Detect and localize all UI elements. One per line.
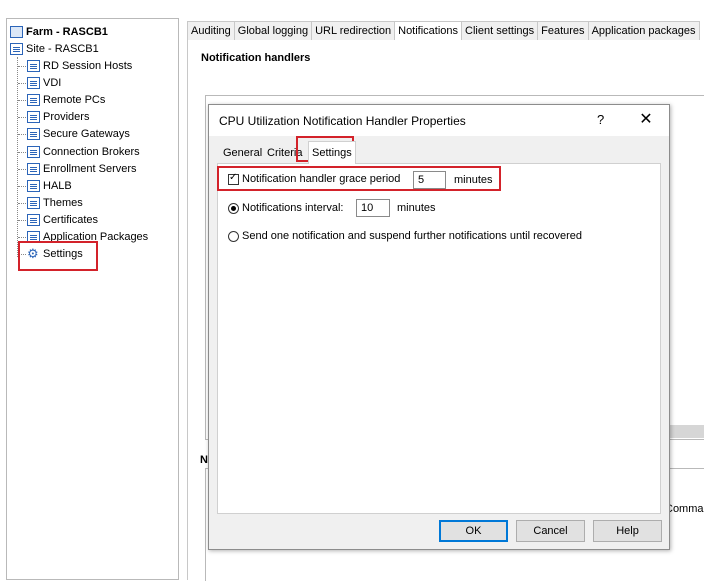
tree-item-label: Connection Brokers [43,145,140,158]
vdi-icon [27,77,40,90]
tree-item-vdi[interactable]: VDI [27,75,61,91]
tree-connector [18,134,26,136]
tab-global-logging[interactable]: Global logging [233,21,313,40]
tree-item-remote-pcs[interactable]: Remote PCs [27,92,105,108]
tree-item-label: Providers [43,111,90,124]
secure-gateways-icon [27,128,40,141]
ok-button[interactable]: OK [439,520,508,542]
tree-connector-line [17,57,18,257]
tab-client-settings[interactable]: Client settings [461,21,539,40]
close-icon[interactable]: ✕ [634,109,658,131]
horizontal-scrollbar[interactable] [664,425,704,438]
interval-label: Notifications interval: [242,202,344,214]
cancel-button[interactable]: Cancel [516,520,585,542]
settings-tab-content: Notification handler grace period 5 minu… [217,163,661,514]
tree-item-label: Themes [43,196,83,209]
highlight-settings-node [18,241,98,271]
tree-connector [18,219,26,221]
tree-connector [18,185,26,187]
tree-item-farm[interactable]: Farm - RASCB1 [10,24,108,40]
tab-notifications[interactable]: Notifications [394,21,463,40]
dialog-tab-settings[interactable]: Settings [308,141,356,164]
halb-icon [27,179,40,192]
tree-item-label: Certificates [43,213,99,226]
tree-item-site[interactable]: Site - RASCB1 [10,41,99,57]
tree-item-providers[interactable]: Providers [27,109,89,125]
tree-item-label: HALB [43,179,72,192]
tab-features[interactable]: Features [537,21,589,40]
tree-item-secure-gateways[interactable]: Secure Gateways [27,126,130,142]
help-button[interactable]: Help [593,520,662,542]
navigation-tree: Farm - RASCB1 Site - RASCB1 RD Session H… [6,18,179,580]
site-icon [10,43,23,55]
connection-brokers-icon [27,145,40,158]
tree-connector [18,66,26,67]
tab-url-redirection[interactable]: URL redirection [311,21,396,40]
tree-item-themes[interactable]: Themes [27,195,83,211]
lower-section-title-partial: N [200,454,208,466]
tree-label-site: Site - RASCB1 [26,43,99,55]
tree-connector [18,168,26,170]
remote-pcs-icon [27,94,40,107]
suspend-label: Send one notification and suspend furthe… [242,230,582,242]
dialog-titlebar: CPU Utilization Notification Handler Pro… [209,105,669,136]
rd-session-hosts-icon [27,60,40,72]
certificates-icon [27,213,40,226]
providers-icon [27,111,40,124]
enrollment-servers-icon [27,162,40,175]
section-title: Notification handlers [201,52,311,64]
column-header-partial: Commar [665,503,704,515]
tree-connector [18,83,26,85]
suspend-radio[interactable] [228,230,239,242]
tree-connector [18,117,26,119]
tab-application-packages[interactable]: Application packages [587,21,700,40]
interval-input[interactable]: 10 [356,199,390,217]
farm-icon [10,26,23,38]
interval-unit: minutes [397,202,436,214]
tree-item-halb[interactable]: HALB [27,178,72,194]
tree-item-connection-brokers[interactable]: Connection Brokers [27,144,140,160]
tab-auditing[interactable]: Auditing [187,21,235,40]
tree-item-label: Remote PCs [43,94,106,107]
tree-item-label: RD Session Hosts [43,60,133,72]
interval-radio[interactable] [228,202,239,214]
tree-item-label: Secure Gateways [43,128,130,141]
tree-connector [18,202,26,204]
suspend-row: Send one notification and suspend furthe… [228,230,582,242]
highlight-grace-period [217,166,501,191]
tree-connector [18,100,26,102]
tree-connector [18,151,26,153]
tree-item-certificates[interactable]: Certificates [27,212,98,228]
tree-item-label: Enrollment Servers [43,162,137,175]
tree-item-rd-session-hosts[interactable]: RD Session Hosts [27,58,132,74]
help-icon[interactable]: ? [597,112,604,127]
tree-item-label: VDI [43,77,62,90]
settings-tab-bar: Auditing Global logging URL redirection … [187,21,700,40]
themes-icon [27,196,40,209]
tree-label-farm: Farm - RASCB1 [26,26,108,38]
dialog-title: CPU Utilization Notification Handler Pro… [219,114,466,128]
interval-row: Notifications interval: [228,202,344,214]
dialog-tab-general[interactable]: General [220,144,266,163]
tree-item-enrollment-servers[interactable]: Enrollment Servers [27,161,137,177]
tree-connector [18,237,26,238]
